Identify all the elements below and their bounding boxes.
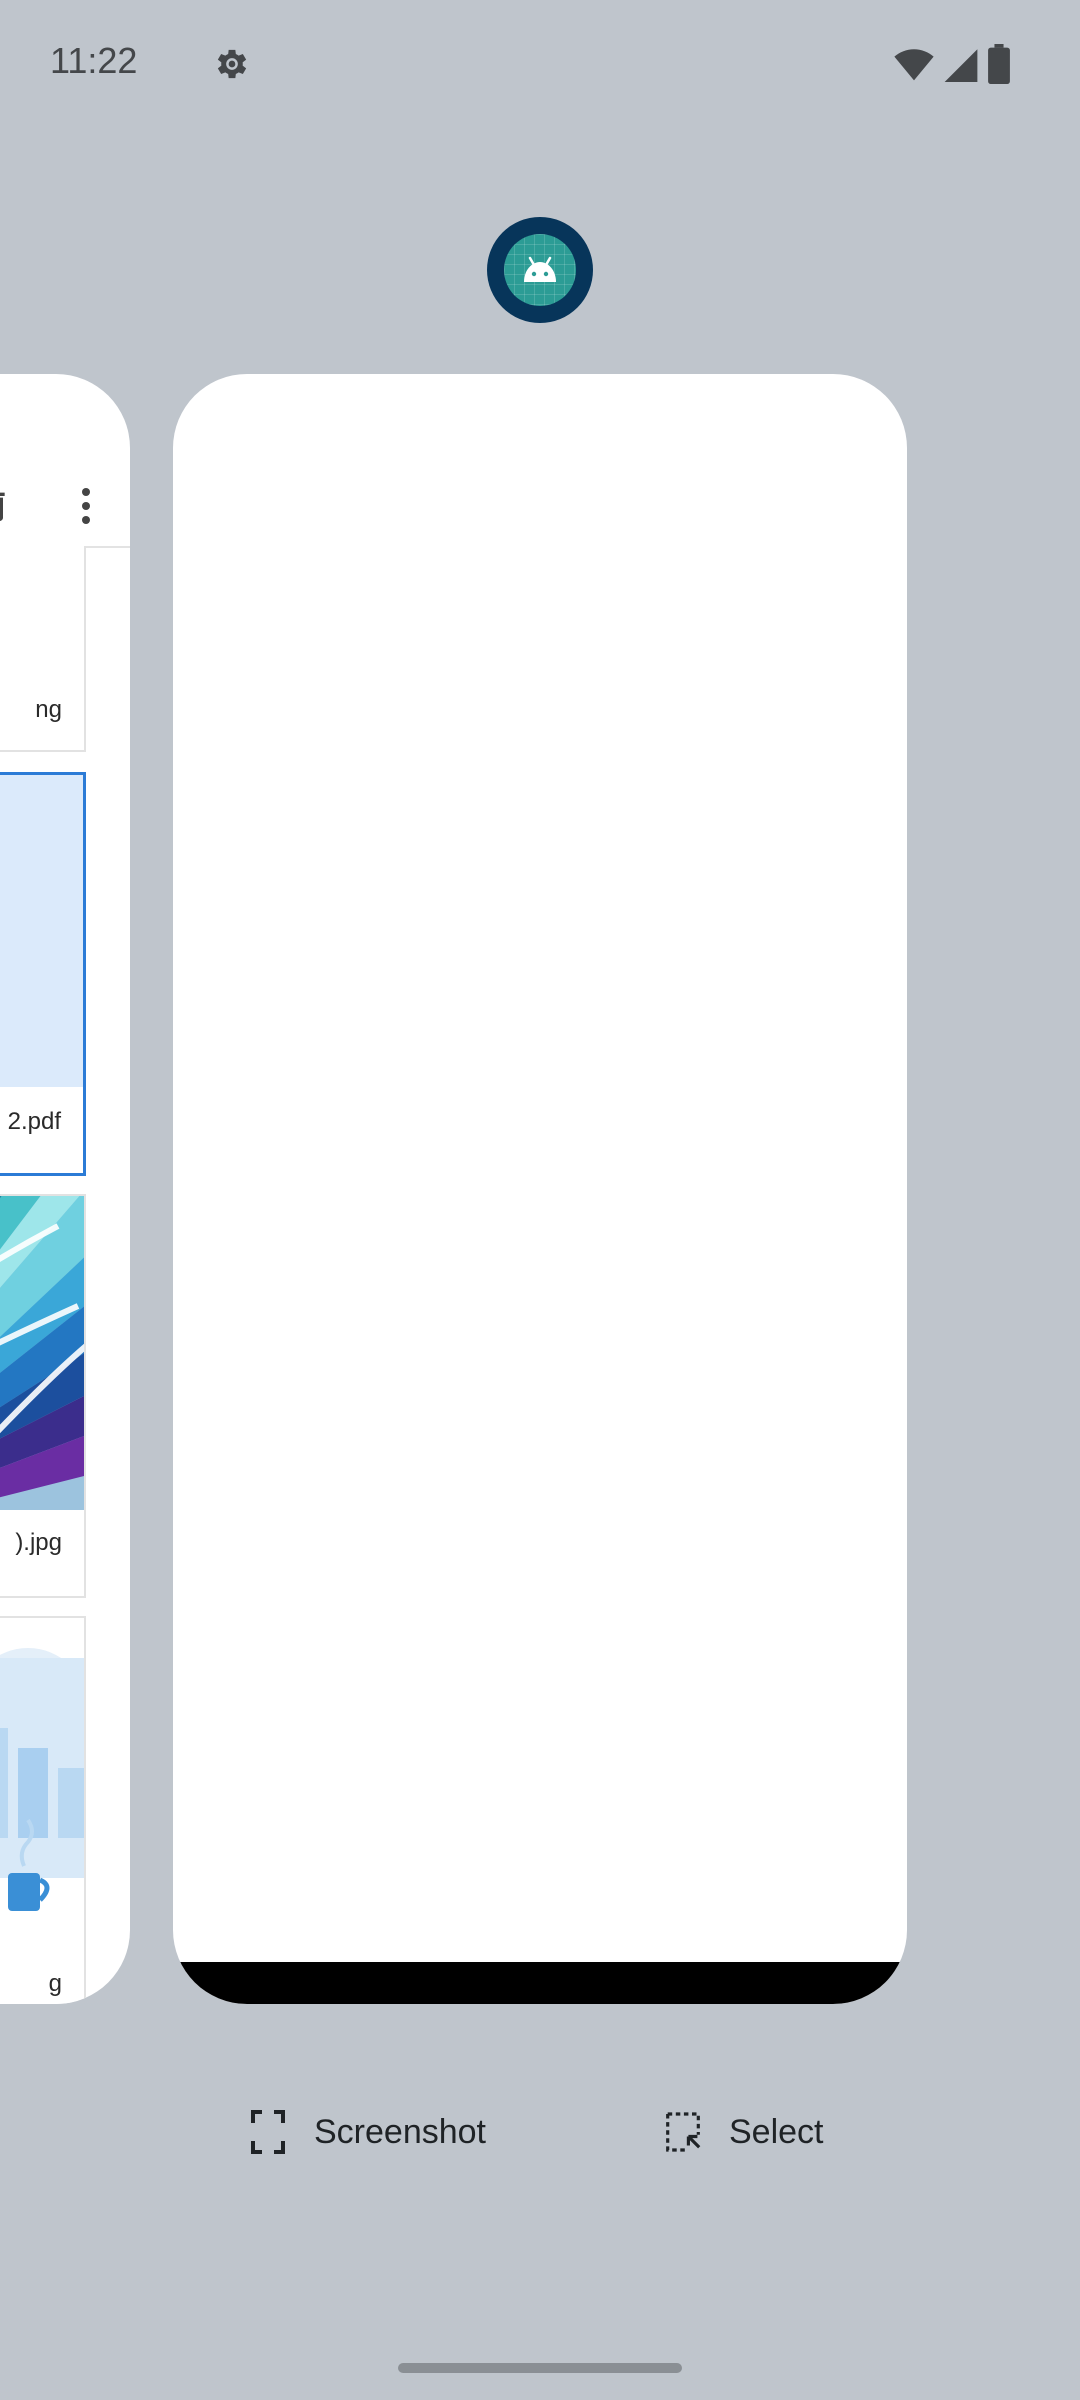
screenshot-button[interactable]: Screenshot <box>250 2100 486 2164</box>
status-icons <box>894 44 1010 84</box>
status-time: 11:22 <box>50 40 138 81</box>
select-label: Select <box>729 2112 824 2151</box>
select-icon <box>666 2112 701 2152</box>
screenshot-label: Screenshot <box>314 2112 486 2151</box>
recents-overview: 11:22 ng 2.pdf).jpg g Screenshot Select <box>0 0 1080 2400</box>
android-app-icon[interactable] <box>487 217 593 323</box>
battery-icon <box>988 44 1010 84</box>
file-label: g <box>48 1970 62 1997</box>
screenshot-icon <box>251 2110 285 2154</box>
file-label: 2.pdf <box>7 1108 61 1135</box>
nav-bar-area <box>173 1962 907 2004</box>
android-robot-icon <box>524 256 556 282</box>
android-app-icon-inner <box>504 234 576 306</box>
file-label: ).jpg <box>15 1529 62 1556</box>
illustration-thumbnail <box>0 1618 84 1948</box>
wifi-icon <box>894 49 934 81</box>
file-tile[interactable]: g <box>0 1616 86 2004</box>
more-vert-icon[interactable] <box>74 486 98 526</box>
file-tile[interactable]: ).jpg <box>0 1194 86 1598</box>
select-button[interactable]: Select <box>665 2100 824 2164</box>
task-card-files[interactable]: ng 2.pdf).jpg g <box>0 374 130 2004</box>
file-tile-selected[interactable]: 2.pdf <box>0 772 86 1176</box>
color-swatch-thumbnail <box>0 1196 84 1510</box>
cellular-signal-icon <box>944 49 978 82</box>
task-card-current[interactable] <box>173 374 907 2004</box>
file-tile[interactable]: ng <box>0 546 86 752</box>
pdf-thumbnail <box>0 775 83 1087</box>
settings-gear-icon <box>217 49 247 79</box>
trash-icon[interactable] <box>0 486 13 526</box>
home-gesture-handle[interactable] <box>398 2363 682 2373</box>
file-label: ng <box>35 696 62 723</box>
